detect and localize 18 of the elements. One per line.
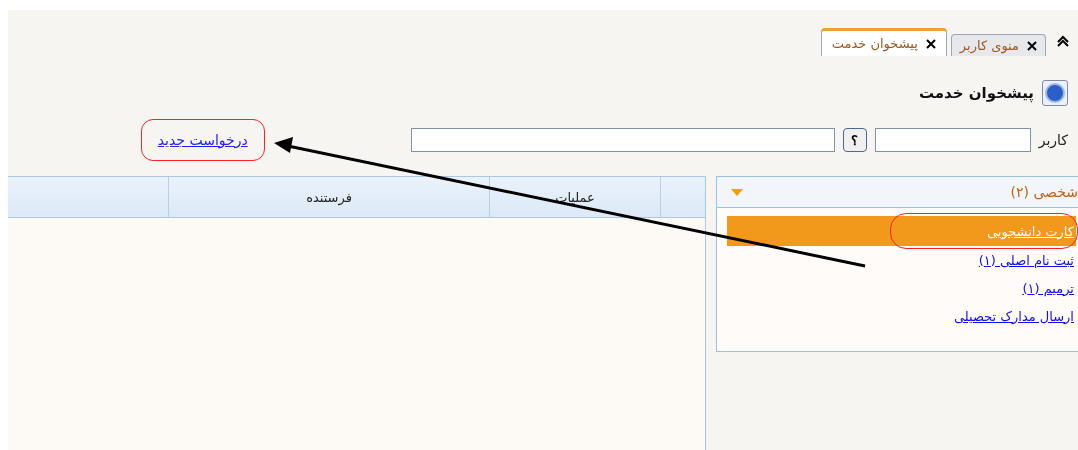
tab[interactable]: پیشخوان خدمت bbox=[820, 28, 947, 56]
tab[interactable]: منوی کاربر bbox=[950, 34, 1046, 56]
name-field[interactable] bbox=[410, 128, 835, 152]
column-header: فرستنده bbox=[168, 177, 489, 217]
close-icon[interactable] bbox=[1027, 40, 1037, 51]
column-header: عملیات bbox=[489, 177, 660, 217]
category-header[interactable]: شخصی (۲) bbox=[717, 177, 1078, 208]
collapse-icon[interactable] bbox=[1056, 34, 1070, 48]
category-link[interactable]: ثبت نام اصلی (۱) bbox=[978, 252, 1074, 268]
new-request-link[interactable]: درخواست جدید bbox=[157, 132, 248, 148]
help-icon[interactable] bbox=[1042, 80, 1068, 106]
category-link[interactable]: ترمیم (۱) bbox=[1022, 280, 1074, 296]
user-field[interactable] bbox=[874, 128, 1031, 152]
page-title: پیشخوان خدمت bbox=[918, 84, 1034, 102]
help-button[interactable]: ؟ bbox=[842, 128, 867, 152]
field-label: کاربر bbox=[1038, 132, 1068, 148]
category-link[interactable]: ارسال مدارک تحصیلی bbox=[953, 308, 1074, 324]
close-icon[interactable] bbox=[925, 38, 936, 49]
